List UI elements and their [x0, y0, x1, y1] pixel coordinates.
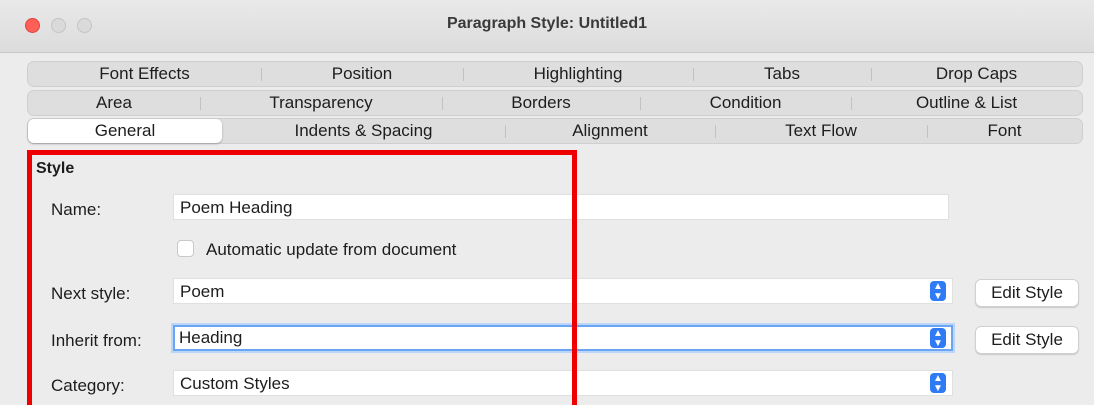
- next-style-label: Next style:: [51, 284, 131, 303]
- tab-general[interactable]: General: [28, 119, 222, 143]
- next-style-select[interactable]: Poem: [173, 278, 953, 304]
- tab-row-1: Font Effects Position Highlighting Tabs …: [27, 61, 1083, 87]
- auto-update-label: Automatic update from document: [206, 240, 457, 259]
- auto-update-checkbox[interactable]: [177, 240, 194, 257]
- tab-indents-spacing[interactable]: Indents & Spacing: [222, 119, 505, 143]
- inherit-from-label: Inherit from:: [51, 331, 142, 350]
- tab-area[interactable]: Area: [28, 91, 200, 115]
- tab-text-flow[interactable]: Text Flow: [715, 119, 927, 143]
- tab-alignment[interactable]: Alignment: [505, 119, 715, 143]
- title-bar: Paragraph Style: Untitled1: [0, 0, 1094, 53]
- tab-borders[interactable]: Borders: [442, 91, 640, 115]
- window-title: Paragraph Style: Untitled1: [446, 15, 648, 32]
- category-stepper-icon[interactable]: ▲ ▼: [930, 373, 946, 394]
- tab-tabs[interactable]: Tabs: [693, 62, 871, 86]
- tab-highlighting[interactable]: Highlighting: [463, 62, 693, 86]
- inherit-from-edit-button[interactable]: Edit Style: [975, 326, 1079, 354]
- tab-row-2: Area Transparency Borders Condition Outl…: [27, 90, 1083, 116]
- tab-row-3: General Indents & Spacing Alignment Text…: [27, 118, 1083, 144]
- name-field[interactable]: Poem Heading: [173, 194, 949, 220]
- next-style-edit-button[interactable]: Edit Style: [975, 279, 1079, 307]
- tab-position[interactable]: Position: [261, 62, 463, 86]
- category-label: Category:: [51, 376, 125, 395]
- tab-font-effects[interactable]: Font Effects: [28, 62, 261, 86]
- tab-drop-caps[interactable]: Drop Caps: [871, 62, 1082, 86]
- tab-transparency[interactable]: Transparency: [200, 91, 442, 115]
- tab-font[interactable]: Font: [927, 119, 1082, 143]
- name-label: Name:: [51, 200, 102, 219]
- inherit-from-select[interactable]: Heading: [173, 325, 953, 351]
- section-title-style: Style: [36, 160, 75, 177]
- category-select[interactable]: Custom Styles: [173, 370, 953, 396]
- tab-condition[interactable]: Condition: [640, 91, 851, 115]
- next-style-stepper-icon[interactable]: ▲ ▼: [930, 281, 946, 302]
- tab-outline-list[interactable]: Outline & List: [851, 91, 1082, 115]
- inherit-from-stepper-icon[interactable]: ▲ ▼: [930, 328, 946, 349]
- general-panel: Style Name: Poem Heading Automatic updat…: [27, 145, 1083, 405]
